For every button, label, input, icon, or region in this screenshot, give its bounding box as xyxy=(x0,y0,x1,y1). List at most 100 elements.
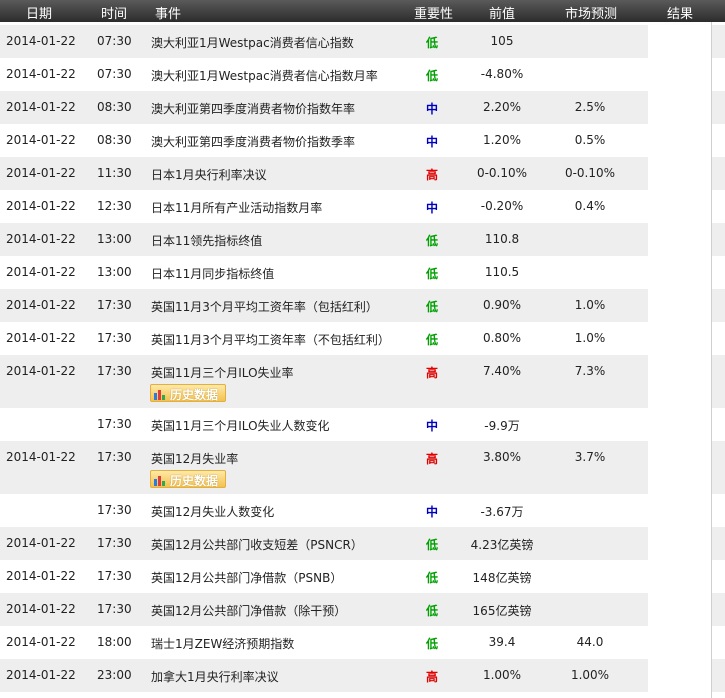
table-row: 2014-01-22 18:00 瑞士1月ZEW经济预期指数 低 39.4 44.0 xyxy=(0,626,725,659)
cell-event: 英国12月公共部门净借款（除干预） xyxy=(151,604,347,618)
row-background xyxy=(712,25,725,58)
table-row: 2014-01-22 17:30 英国11月三个月ILO失业率 高 7.40% 7.3% 历… xyxy=(0,355,725,408)
cell-time: 17:30 xyxy=(97,331,132,345)
cell-event: 日本11月所有产业活动指数月率 xyxy=(151,201,323,215)
cell-time: 23:00 xyxy=(97,668,132,682)
cell-date: 2014-01-22 xyxy=(6,34,76,48)
cell-importance: 中 xyxy=(425,102,439,116)
column-divider xyxy=(711,22,712,698)
cell-previous: 3.80% xyxy=(482,450,522,464)
cell-time: 08:30 xyxy=(97,133,132,147)
header-time: 时间 xyxy=(101,7,128,22)
cell-event: 英国12月公共部门净借款（PSNB） xyxy=(151,571,343,585)
table-row: 2014-01-22 17:30 英国12月公共部门净借款（PSNB） 低 148亿英镑 xyxy=(0,560,725,593)
header-importance: 重要性 xyxy=(414,7,454,22)
header-event: 事件 xyxy=(155,7,182,22)
cell-importance: 低 xyxy=(425,234,439,248)
cell-forecast: 1.0% xyxy=(574,298,606,312)
cell-time: 12:30 xyxy=(97,199,132,213)
table-row: 2014-01-22 23:00 加拿大1月央行利率决议 高 1.00% 1.00% xyxy=(0,659,725,692)
row-background xyxy=(712,593,725,626)
cell-event: 澳大利亚第四季度消费者物价指数年率 xyxy=(151,102,356,116)
cell-event: 英国11月3个月平均工资年率（不包括红利） xyxy=(151,333,390,347)
cell-previous: 1.20% xyxy=(482,133,522,147)
cell-time: 17:30 xyxy=(97,450,132,464)
cell-date: 2014-01-22 xyxy=(6,232,76,246)
cell-event: 英国12月失业人数变化 xyxy=(151,505,275,519)
cell-importance: 中 xyxy=(425,201,439,215)
cell-date: 2014-01-22 xyxy=(6,331,76,345)
cell-date: 2014-01-22 xyxy=(6,450,76,464)
cell-forecast: 1.0% xyxy=(574,331,606,345)
cell-previous: 0-0.10% xyxy=(476,166,528,180)
cell-event: 英国11月三个月ILO失业率 xyxy=(151,366,294,380)
cell-time: 17:30 xyxy=(97,364,132,378)
cell-event: 澳大利亚1月Westpac消费者信心指数 xyxy=(151,36,354,50)
cell-forecast: 0-0.10% xyxy=(564,166,616,180)
table-row: 2014-01-22 07:30 澳大利亚1月Westpac消费者信心指数月率 低 -4… xyxy=(0,58,725,91)
cell-date: 2014-01-22 xyxy=(6,569,76,583)
row-background xyxy=(712,441,725,494)
cell-importance: 中 xyxy=(425,505,439,519)
history-data-button[interactable]: 历史数据 xyxy=(150,470,226,488)
cell-date: 2014-01-22 xyxy=(6,133,76,147)
header-forecast: 市场预测 xyxy=(565,7,618,22)
row-background xyxy=(712,289,725,322)
table-row: 2014-01-22 17:30 英国12月公共部门净借款（除干预） 低 165亿英镑 xyxy=(0,593,725,626)
cell-date: 2014-01-22 xyxy=(6,166,76,180)
cell-event: 日本1月央行利率决议 xyxy=(151,168,267,182)
cell-event: 瑞士1月ZEW经济预期指数 xyxy=(151,637,295,651)
cell-time: 17:30 xyxy=(97,602,132,616)
cell-date: 2014-01-22 xyxy=(6,298,76,312)
row-background xyxy=(712,91,725,124)
cell-date: 2014-01-22 xyxy=(6,635,76,649)
header-previous: 前值 xyxy=(489,7,516,22)
history-data-label: 历史数据 xyxy=(170,474,219,488)
header-date: 日期 xyxy=(26,7,53,22)
row-background xyxy=(712,157,725,190)
cell-event: 英国12月失业率 xyxy=(151,452,239,466)
row-background xyxy=(712,659,725,692)
cell-forecast: 44.0 xyxy=(576,635,604,649)
history-data-button[interactable]: 历史数据 xyxy=(150,384,226,402)
table-row: 2014-01-22 11:30 日本1月央行利率决议 高 0-0.10% 0-0.10% xyxy=(0,157,725,190)
row-background xyxy=(712,527,725,560)
cell-importance: 低 xyxy=(425,604,439,618)
cell-previous: 110.5 xyxy=(484,265,520,279)
cell-importance: 低 xyxy=(425,267,439,281)
cell-forecast: 1.00% xyxy=(570,668,610,682)
table-row: 2014-01-22 17:30 英国12月失业率 高 3.80% 3.7% 历史数据 xyxy=(0,441,725,494)
cell-time: 11:30 xyxy=(97,166,132,180)
cell-date: 2014-01-22 xyxy=(6,67,76,81)
row-background xyxy=(0,441,648,494)
cell-importance: 低 xyxy=(425,538,439,552)
cell-date: 2014-01-22 xyxy=(6,265,76,279)
cell-previous: -3.67万 xyxy=(480,505,524,519)
cell-forecast: 0.5% xyxy=(574,133,606,147)
table-header: 日期 时间 事件 重要性 前值 市场预测 结果 xyxy=(0,0,725,22)
history-data-label: 历史数据 xyxy=(170,388,219,402)
row-background xyxy=(712,223,725,256)
cell-time: 17:30 xyxy=(97,536,132,550)
cell-time: 13:00 xyxy=(97,265,132,279)
cell-importance: 低 xyxy=(425,300,439,314)
cell-time: 08:30 xyxy=(97,100,132,114)
cell-previous: 2.20% xyxy=(482,100,522,114)
cell-previous: -0.20% xyxy=(480,199,524,213)
cell-forecast: 3.7% xyxy=(574,450,606,464)
table-row: 2014-01-22 17:30 英国11月3个月平均工资年率（包括红利） 低 0.90… xyxy=(0,289,725,322)
cell-time: 17:30 xyxy=(97,569,132,583)
cell-previous: 1.00% xyxy=(482,668,522,682)
cell-date: 2014-01-22 xyxy=(6,668,76,682)
cell-importance: 低 xyxy=(425,333,439,347)
cell-importance: 高 xyxy=(425,670,439,684)
cell-event: 英国11月3个月平均工资年率（包括红利） xyxy=(151,300,378,314)
cell-importance: 中 xyxy=(425,135,439,149)
row-background xyxy=(712,355,725,408)
cell-previous: -4.80% xyxy=(480,67,524,81)
table-row: 17:30 英国12月失业人数变化 中 -3.67万 xyxy=(0,494,725,527)
cell-importance: 中 xyxy=(425,419,439,433)
cell-importance: 高 xyxy=(425,168,439,182)
table-row: 2014-01-22 13:00 日本11月同步指标终值 低 110.5 xyxy=(0,256,725,289)
cell-previous: 39.4 xyxy=(488,635,516,649)
